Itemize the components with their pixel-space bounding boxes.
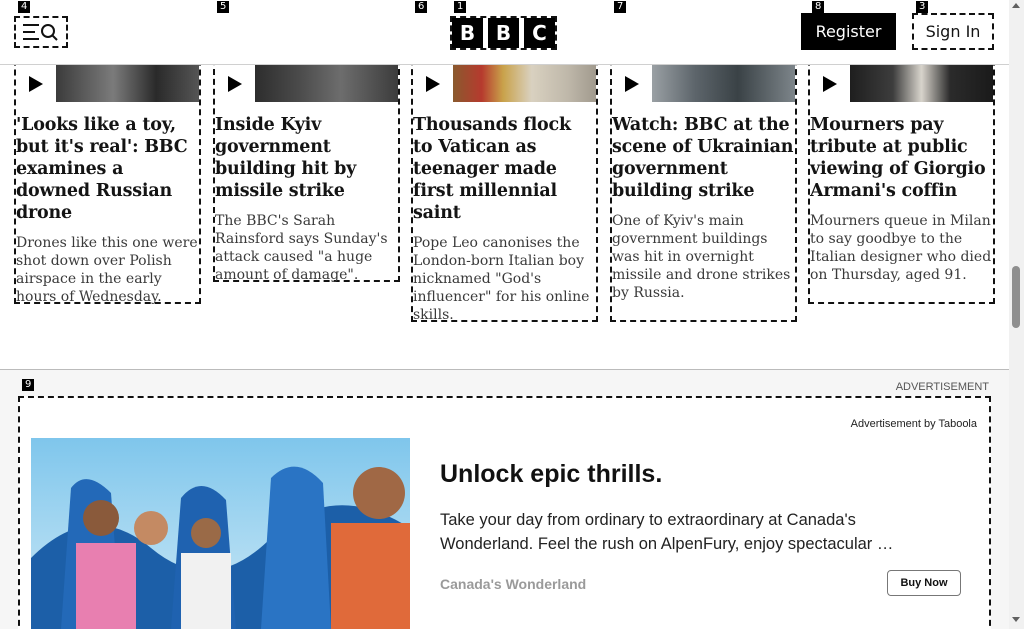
play-icon[interactable] — [413, 65, 453, 102]
card-summary: Pope Leo canonises the London-born Itali… — [413, 235, 590, 323]
card-title[interactable]: Inside Kyiv government building hit by m… — [215, 114, 398, 202]
logo-letter: C — [524, 18, 555, 48]
scroll-up-icon[interactable] — [1012, 3, 1020, 8]
advertisement-label: ADVERTISEMENT — [895, 381, 989, 393]
thumbnail-image — [453, 65, 596, 102]
thumbnail-image — [255, 65, 398, 102]
card-summary: The BBC's Sarah Rainsford says Sunday's … — [215, 213, 388, 283]
element-marker: 8 — [812, 1, 825, 13]
thumbnail-image — [56, 65, 199, 102]
sponsored-ad[interactable]: Advertisement by Taboola Unlock epic thr… — [18, 396, 991, 629]
card-title[interactable]: Thousands flock to Vatican as teenager m… — [413, 114, 596, 224]
element-marker: 1 — [454, 1, 467, 13]
play-icon[interactable] — [16, 65, 56, 102]
element-marker: 9 — [22, 379, 35, 391]
element-marker: 5 — [217, 1, 230, 13]
scrollbar-thumb[interactable] — [1012, 266, 1020, 328]
element-marker: 4 — [18, 1, 31, 13]
menu-search-button[interactable] — [14, 16, 68, 48]
ad-provider[interactable]: Advertisement by Taboola — [851, 418, 977, 430]
play-icon[interactable] — [810, 65, 850, 102]
card-title[interactable]: 'Looks like a toy, but it's real': BBC e… — [16, 114, 199, 224]
register-button[interactable]: Register — [801, 13, 896, 50]
thumbnail-image — [850, 65, 993, 102]
play-icon[interactable] — [612, 65, 652, 102]
element-marker: 6 — [415, 1, 428, 13]
ad-image[interactable] — [31, 438, 410, 629]
site-header: B B C Register Sign In — [0, 0, 1009, 65]
element-marker: 7 — [614, 1, 627, 13]
buy-now-button[interactable]: Buy Now — [887, 570, 961, 596]
page: 'Looks like a toy, but it's real': BBC e… — [0, 0, 1009, 629]
logo-letter: B — [452, 18, 483, 48]
play-icon[interactable] — [215, 65, 255, 102]
card-summary: One of Kyiv's main government buildings … — [612, 213, 791, 301]
menu-search-icon — [23, 24, 58, 41]
advertisement-section: 9 ADVERTISEMENT Advertisement by Taboola — [0, 369, 1009, 629]
bbc-logo[interactable]: B B C — [450, 16, 557, 50]
thumbnail-image — [652, 65, 795, 102]
element-marker: 3 — [916, 1, 929, 13]
ad-brand[interactable]: Canada's Wonderland — [440, 576, 586, 592]
page-scrollbar[interactable] — [1009, 0, 1024, 629]
ad-headline[interactable]: Unlock epic thrills. — [440, 460, 662, 489]
card-title[interactable]: Watch: BBC at the scene of Ukrainian gov… — [612, 114, 795, 202]
ad-description[interactable]: Take your day from ordinary to extraordi… — [440, 508, 950, 556]
logo-letter: B — [488, 18, 519, 48]
card-summary: Drones like this one were shot down over… — [16, 235, 198, 305]
scroll-down-icon[interactable] — [1012, 617, 1020, 622]
card-title[interactable]: Mourners pay tribute at public viewing o… — [810, 114, 993, 202]
card-summary: Mourners queue in Milan to say goodbye t… — [810, 213, 992, 283]
signin-button[interactable]: Sign In — [912, 13, 994, 50]
